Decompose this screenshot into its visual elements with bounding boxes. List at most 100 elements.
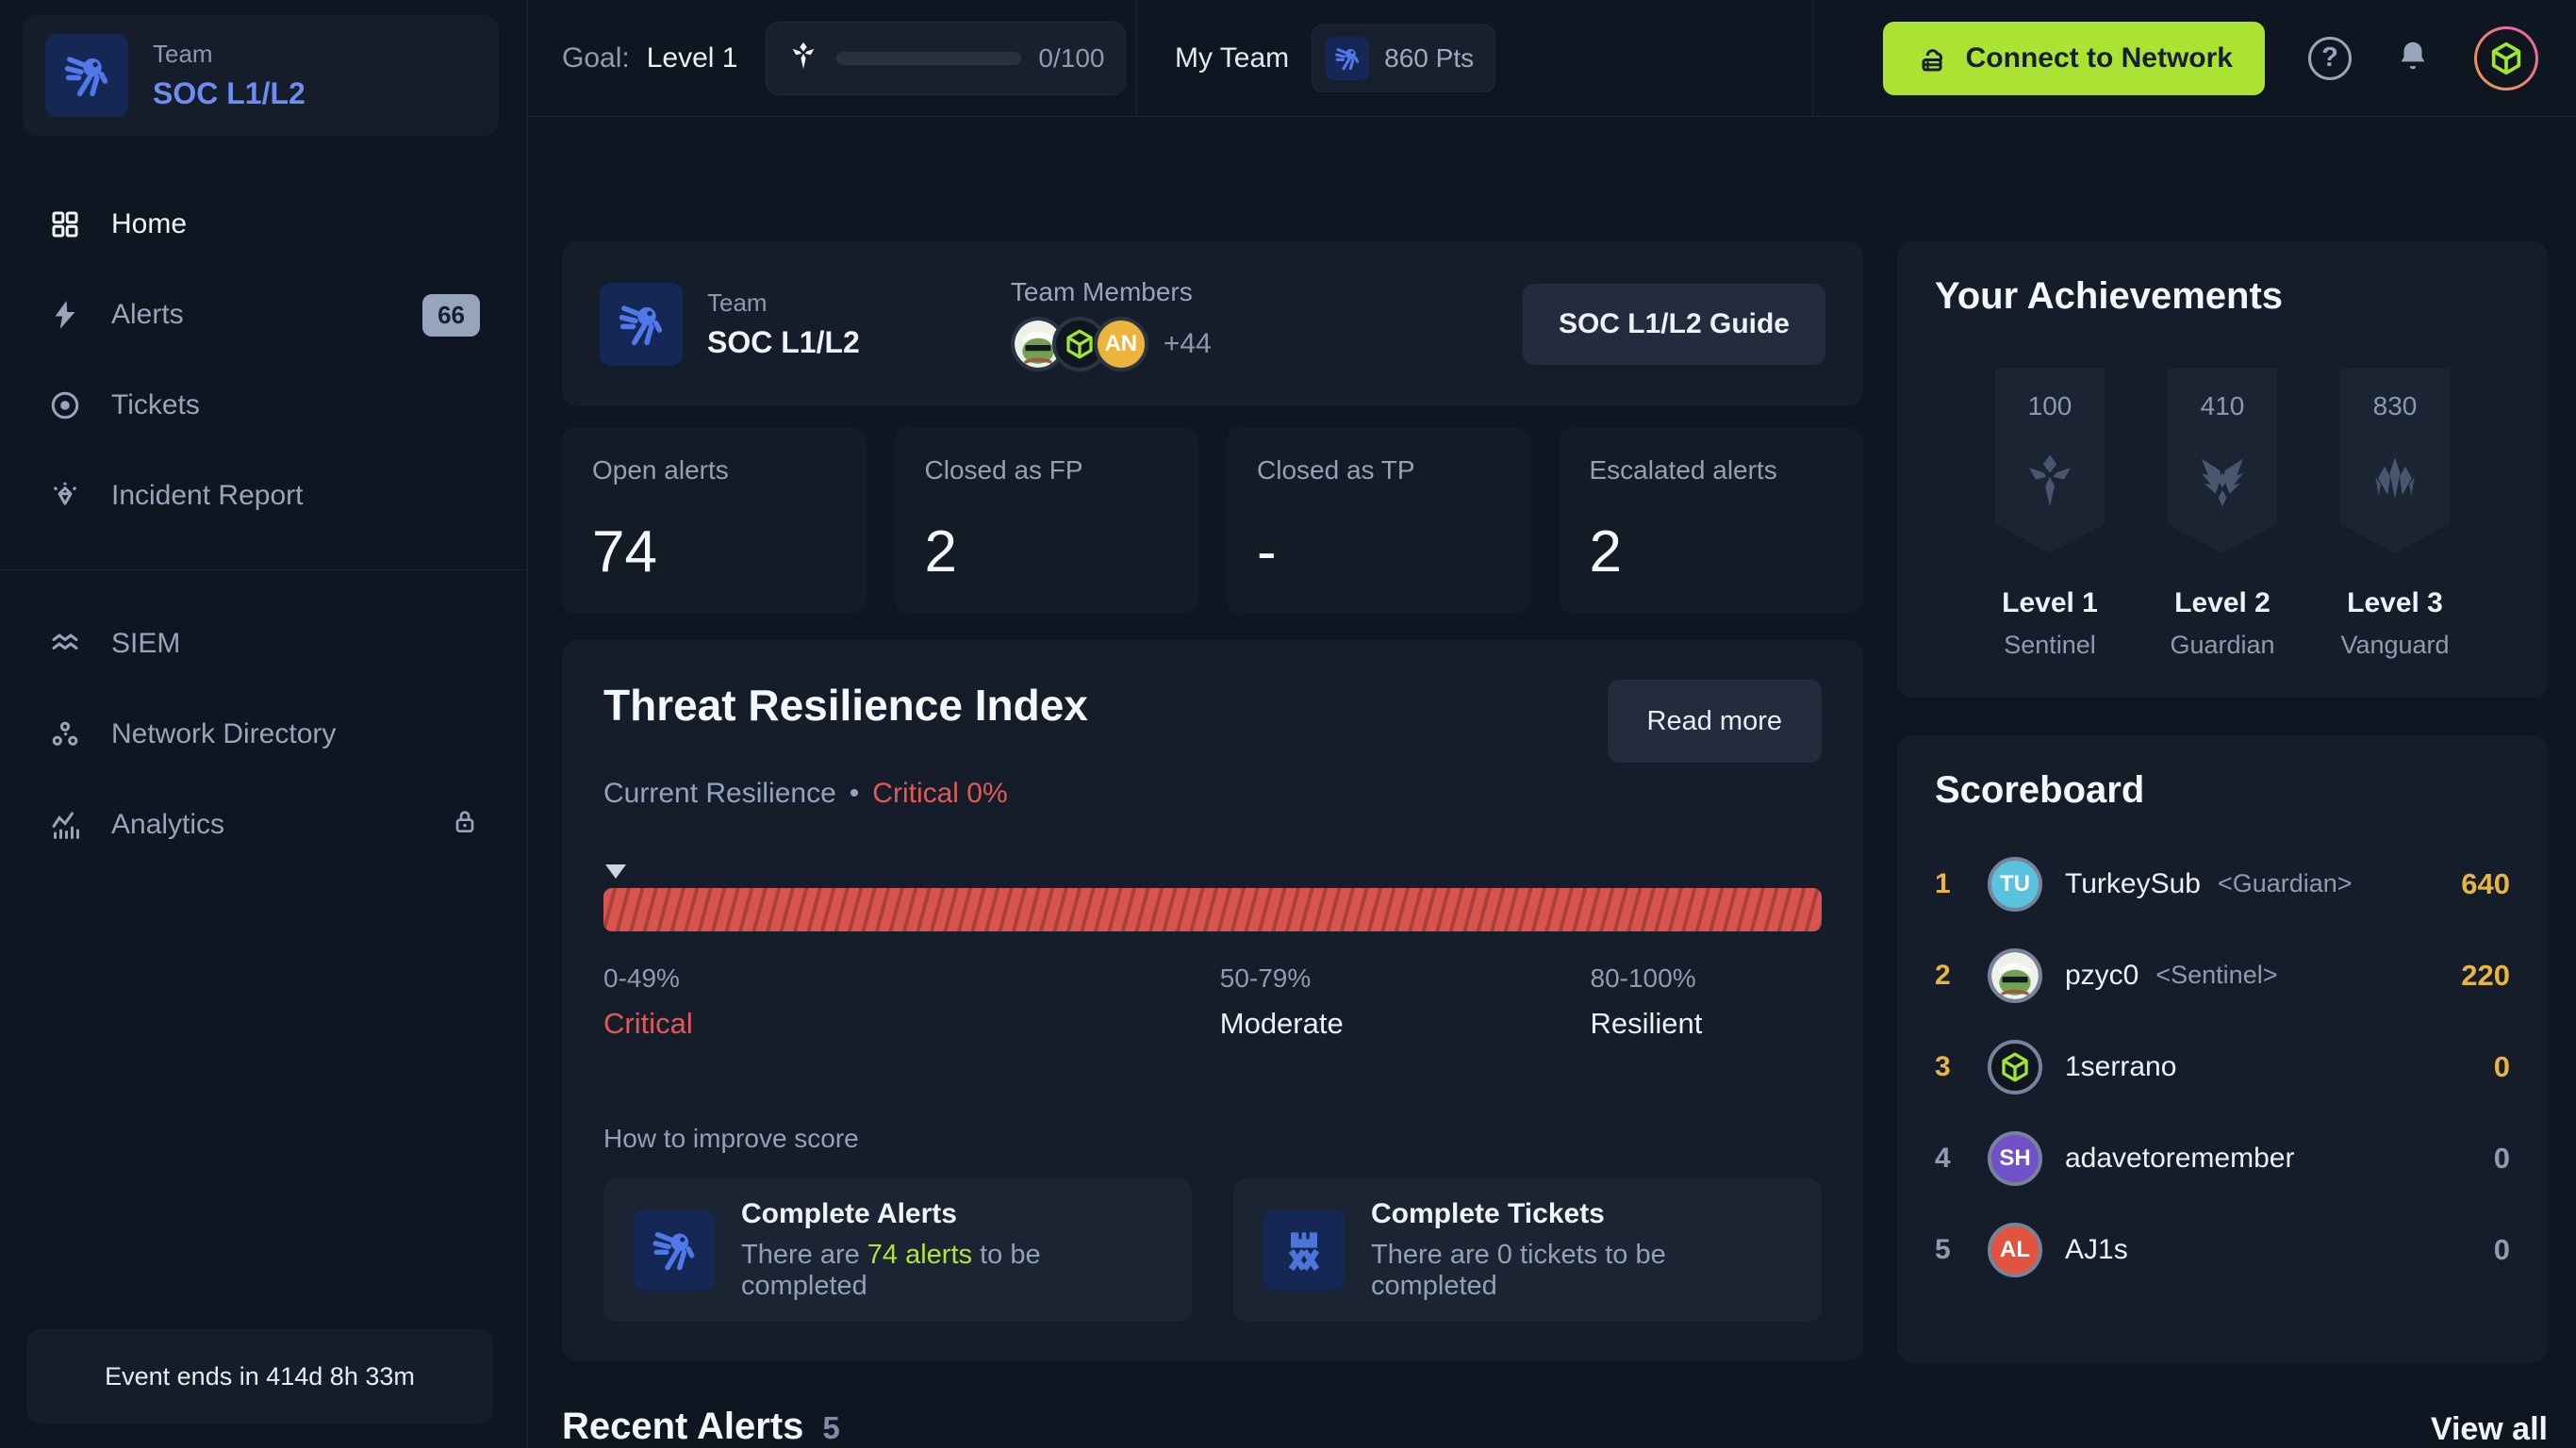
scoreboard-row[interactable]: 5 AL AJ1s 0 bbox=[1935, 1204, 2510, 1295]
event-countdown-text: Event ends in 414d 8h 33m bbox=[105, 1361, 415, 1390]
cloud-server-icon bbox=[1922, 48, 1942, 71]
sidebar-item-alerts[interactable]: Alerts 66 bbox=[0, 270, 527, 360]
stat-escalated: Escalated alerts 2 bbox=[1559, 427, 1863, 614]
avatar: TU bbox=[1988, 856, 2042, 912]
sidebar-item-siem[interactable]: SIEM bbox=[0, 599, 527, 689]
achievement-level-2[interactable]: 410 Level 2 Guardian bbox=[2147, 369, 2298, 660]
complete-alerts-card[interactable]: Complete Alerts There are 74 alerts to b… bbox=[603, 1178, 1192, 1322]
scoreboard-row[interactable]: 2 pzyc0 <Sentinel> 220 bbox=[1935, 930, 2510, 1021]
sidebar-divider bbox=[0, 569, 527, 570]
team-logo bbox=[45, 34, 128, 117]
stats-row: Open alerts 74 Closed as FP 2 Closed as … bbox=[562, 427, 1863, 614]
nodes-icon bbox=[47, 716, 83, 752]
sidebar-nav: Home Alerts 66 Tickets Incident Report S… bbox=[0, 179, 527, 870]
sidebar-item-label: Tickets bbox=[111, 389, 200, 420]
sidebar-item-home[interactable]: Home bbox=[0, 179, 527, 270]
team-bird-icon bbox=[634, 1209, 715, 1291]
my-team-label: My Team bbox=[1175, 41, 1290, 74]
sidebar-item-tickets[interactable]: Tickets bbox=[0, 360, 527, 451]
team-label: Team bbox=[153, 40, 213, 68]
tri-striped-bar bbox=[603, 888, 1822, 931]
scoreboard-row[interactable]: 1 TU TurkeySub <Guardian> 640 bbox=[1935, 838, 2510, 930]
cube-avatar-icon bbox=[2477, 28, 2535, 88]
tri-position-marker bbox=[605, 864, 626, 879]
connect-button-label: Connect to Network bbox=[1965, 41, 2233, 74]
team-members: Team Members AN +44 bbox=[1010, 276, 1212, 371]
tri-status: Critical 0% bbox=[872, 778, 1008, 809]
avatar: SH bbox=[1988, 1130, 2042, 1186]
team-logo-small bbox=[1326, 36, 1370, 80]
connect-to-network-button[interactable]: Connect to Network bbox=[1882, 21, 2265, 95]
right-column: Your Achievements 100 Level 1 Sentinel 4… bbox=[1897, 241, 2548, 1448]
stat-closed-tp: Closed as TP - bbox=[1227, 427, 1531, 614]
gem-icon bbox=[47, 478, 83, 514]
tri-state-moderate: Moderate bbox=[1219, 1007, 1344, 1040]
team-guide-button[interactable]: SOC L1/L2 Guide bbox=[1522, 283, 1825, 365]
scoreboard-card: Scoreboard 1 TU TurkeySub <Guardian> 640… bbox=[1897, 735, 2548, 1362]
team-name: SOC L1/L2 bbox=[707, 324, 860, 359]
achievement-banner: 830 bbox=[2340, 369, 2450, 553]
sidebar-team-card[interactable]: Team SOC L1/L2 bbox=[23, 15, 499, 136]
tri-subtitle-label: Current Resilience bbox=[603, 778, 836, 809]
member-avatar-initials[interactable]: AN bbox=[1093, 316, 1148, 371]
goal-value: Level 1 bbox=[646, 41, 738, 74]
team-name: SOC L1/L2 bbox=[153, 76, 305, 110]
complete-tickets-card[interactable]: Complete Tickets There are 0 tickets to … bbox=[1233, 1178, 1822, 1322]
sidebar-item-analytics[interactable]: Analytics bbox=[0, 780, 527, 870]
goal-progress-count: 0/100 bbox=[1038, 42, 1105, 73]
scoreboard-title: Scoreboard bbox=[1935, 769, 2145, 812]
grid-icon bbox=[47, 206, 83, 242]
team-members-label: Team Members bbox=[1010, 276, 1193, 306]
castle-icon bbox=[1263, 1209, 1345, 1291]
achievement-level-1[interactable]: 100 Level 1 Sentinel bbox=[1974, 369, 2125, 660]
topbar: Goal: Level 1 0/100 My Team 860 Pts Conn… bbox=[528, 0, 2576, 117]
team-points-pill[interactable]: 860 Pts bbox=[1312, 24, 1496, 92]
sidebar-item-label: Network Directory bbox=[111, 718, 337, 749]
tri-range: 80-100% bbox=[1590, 963, 1696, 993]
team-header-card: Team SOC L1/L2 Team Members AN +44 SOC L… bbox=[562, 241, 1863, 406]
achievement-banner: 410 bbox=[2168, 369, 2277, 553]
read-more-button[interactable]: Read more bbox=[1607, 680, 1822, 763]
recent-alerts-header: Recent Alerts 5 bbox=[562, 1406, 1863, 1448]
sentinel-emblem-icon bbox=[787, 40, 819, 76]
lock-icon bbox=[450, 806, 480, 844]
sidebar-item-label: Alerts bbox=[111, 299, 184, 330]
achievement-banner: 100 bbox=[1995, 369, 2105, 553]
notifications-bell-icon[interactable] bbox=[2395, 38, 2431, 78]
vanguard-emblem-icon bbox=[2375, 457, 2415, 500]
goal-progress-track bbox=[836, 51, 1022, 65]
my-team-section: My Team 860 Pts bbox=[1137, 0, 1812, 116]
team-label: Team bbox=[707, 288, 768, 317]
recent-alerts-count: 5 bbox=[822, 1410, 840, 1445]
sidebar-item-label: SIEM bbox=[111, 628, 181, 659]
view-all-link[interactable]: View all bbox=[1897, 1411, 2548, 1448]
achievement-level-3[interactable]: 830 Level 3 Vanguard bbox=[2320, 369, 2470, 660]
alerts-count-badge: 66 bbox=[422, 293, 480, 337]
sidebar: Team SOC L1/L2 Home Alerts 66 Tickets In… bbox=[0, 0, 528, 1448]
avatar: AL bbox=[1988, 1222, 2042, 1277]
alerts-highlight: 74 alerts bbox=[867, 1240, 973, 1270]
scoreboard-row[interactable]: 4 SH adavetoremember 0 bbox=[1935, 1112, 2510, 1204]
topbar-actions: Connect to Network ? bbox=[1813, 0, 2576, 116]
chart-icon bbox=[47, 807, 83, 843]
soc-dashboard: Team SOC L1/L2 Home Alerts 66 Tickets In… bbox=[0, 0, 2576, 1448]
user-avatar[interactable] bbox=[2474, 25, 2538, 90]
content: Team SOC L1/L2 Team Members AN +44 SOC L… bbox=[528, 117, 2576, 1448]
goal-label: Goal: bbox=[562, 41, 630, 74]
sidebar-item-network-directory[interactable]: Network Directory bbox=[0, 689, 527, 780]
help-icon[interactable]: ? bbox=[2308, 36, 2352, 80]
sidebar-item-incident-report[interactable]: Incident Report bbox=[0, 451, 527, 541]
sentinel-emblem-icon bbox=[2029, 454, 2071, 507]
threat-resilience-card: Threat Resilience Index Read more Curren… bbox=[562, 640, 1863, 1360]
achievements-card: Your Achievements 100 Level 1 Sentinel 4… bbox=[1897, 241, 2548, 699]
scoreboard-row[interactable]: 3 1serrano 0 bbox=[1935, 1021, 2510, 1112]
goal-progress-pill[interactable]: 0/100 bbox=[766, 21, 1127, 95]
team-logo bbox=[600, 282, 683, 366]
recent-alerts-title: Recent Alerts bbox=[562, 1406, 804, 1447]
target-icon bbox=[47, 387, 83, 423]
achievements-title: Your Achievements bbox=[1935, 275, 2284, 317]
cube-avatar bbox=[1988, 1039, 2042, 1094]
tri-range: 50-79% bbox=[1219, 963, 1312, 993]
tri-range: 0-49% bbox=[603, 963, 680, 993]
bolt-icon bbox=[47, 297, 83, 333]
